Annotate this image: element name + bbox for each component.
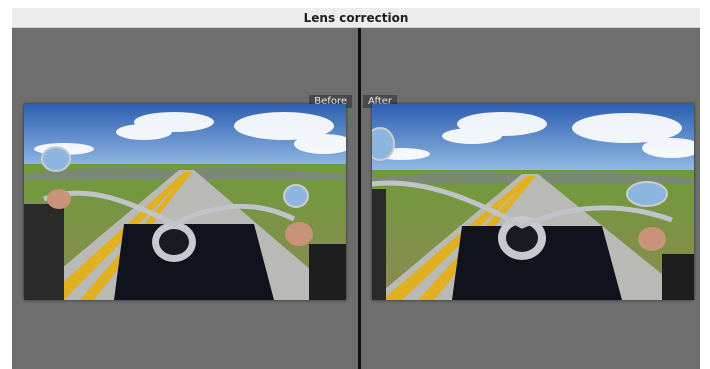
before-photo <box>24 104 346 300</box>
after-photo <box>372 104 694 300</box>
window-title: Lens correction <box>303 10 409 25</box>
window-title-bar: Lens correction <box>12 8 700 28</box>
